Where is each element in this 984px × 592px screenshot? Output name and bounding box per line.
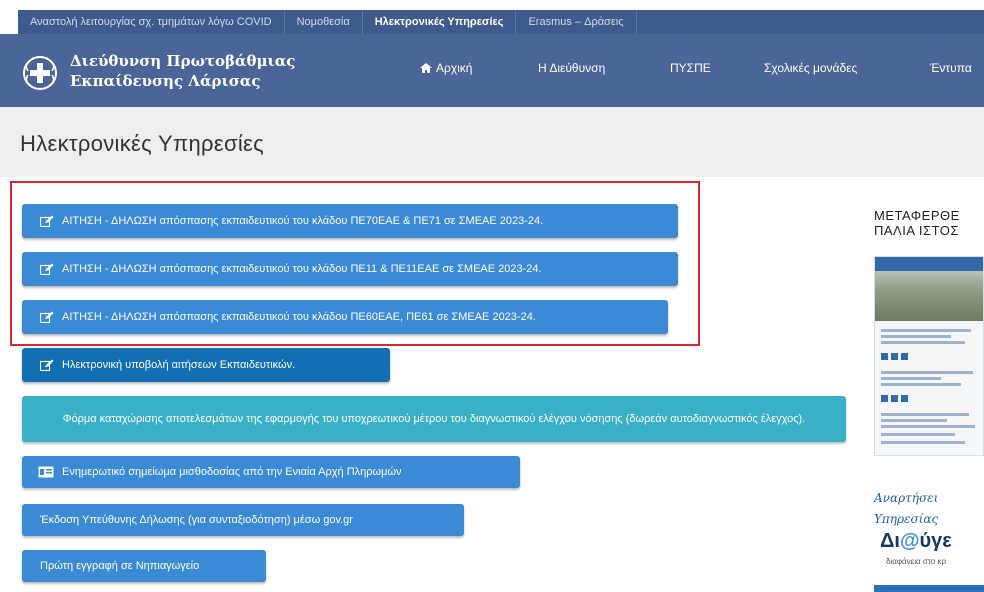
diavgeia-logo-part-b: ύγε [919,530,952,552]
thumbnail-icon [881,353,888,360]
nav-home[interactable]: Αρχική [420,58,472,78]
service-button-pe60[interactable]: ΑΙΤΗΣΗ - ΔΗΛΩΣΗ απόσπασης εκπαιδευτικού … [22,300,668,334]
thumbnail-icon [901,353,908,360]
id-card-icon [38,466,54,478]
page-title: Ηλεκτρονικές Υπηρεσίες [20,131,265,156]
thumbnail-line [881,441,965,444]
sidebar-moved-line1: ΜΕΤΑΦΕΡΘΕ [874,208,960,223]
service-label: Ηλεκτρονική υποβολή αιτήσεων Εκπαιδευτικ… [62,359,296,371]
thumbnail-line [881,433,955,436]
service-label: Ενημερωτικό σημείωμα μισθοδοσίας από την… [62,466,402,478]
service-button-pe70[interactable]: ΑΙΤΗΣΗ - ΔΗΛΩΣΗ απόσπασης εκπαιδευτικού … [22,204,678,238]
thumbnail-line [881,335,951,338]
top-link-bar: Αναστολή λειτουργίας σχ. τμημάτων λόγω C… [18,10,984,34]
thumbnail-line [881,371,973,374]
diavgeia-caption-line1: Αναρτήσει [874,491,939,505]
service-button-gov-gr-declaration[interactable]: Έκδοση Υπεύθυνης Δήλωσης (για συνταξιοδό… [22,504,464,536]
diavgeia-caption: Αναρτήσει Υπηρεσίας [874,488,938,530]
diavgeia-subtitle: διαφάνεια στο κρ [886,557,947,566]
nav-directorate[interactable]: Η Διεύθυνση [538,58,605,78]
service-label: ΑΙΤΗΣΗ - ΔΗΛΩΣΗ απόσπασης εκπαιδευτικού … [62,215,544,227]
thumbnail-photo [875,271,983,321]
main-nav: Αρχική Η Διεύθυνση ΠΥΣΠΕ Σχολικές μονάδε… [0,58,984,78]
sidebar-moved-notice: ΜΕΤΑΦΕΡΘΕ ΠΑΛΙΑ ΙΣΤΟΣ [874,208,960,238]
edit-icon [39,263,54,276]
diavgeia-logo-at: @ [899,530,920,552]
service-button-teacher-applications[interactable]: Ηλεκτρονική υποβολή αιτήσεων Εκπαιδευτικ… [22,348,390,382]
edit-icon [39,311,54,324]
thumbnail-line [881,377,941,380]
service-label: Έκδοση Υπεύθυνης Δήλωσης (για συνταξιοδό… [40,514,353,526]
service-button-kindergarten-enrollment[interactable]: Πρώτη εγγραφή σε Νηπιαγωγείο [22,550,266,582]
topbar-link-e-services[interactable]: Ηλεκτρονικές Υπηρεσίες [363,10,517,34]
thumbnail-line [881,425,975,428]
service-label: ΑΙΤΗΣΗ - ΔΗΛΩΣΗ απόσπασης εκπαιδευτικού … [62,263,542,275]
nav-school-units[interactable]: Σχολικές μονάδες [764,58,857,78]
service-label: Πρώτη εγγραφή σε Νηπιαγωγείο [40,560,200,572]
old-site-thumbnail[interactable] [874,256,984,456]
nav-home-label: Αρχική [436,61,473,75]
thumbnail-line [881,341,965,344]
edit-icon [39,359,54,372]
thumbnail-icon [901,395,908,402]
thumbnail-line [881,329,971,332]
edit-icon [39,215,54,228]
thumbnail-icon [891,353,898,360]
thumbnail-icon [891,395,898,402]
nav-forms[interactable]: Έντυπα [930,58,972,78]
service-button-pe11[interactable]: ΑΙΤΗΣΗ - ΔΗΛΩΣΗ απόσπασης εκπαιδευτικού … [22,252,678,286]
service-label: ΑΙΤΗΣΗ - ΔΗΛΩΣΗ απόσπασης εκπαιδευτικού … [62,311,536,323]
diavgeia-logo[interactable]: Δι@ύγε [880,530,952,553]
service-label: Φόρμα καταχώρισης αποτελεσμάτων της εφαρ… [62,412,806,425]
site-header: Διεύθυνση Πρωτοβάθμιας Εκπαίδευσης Λάρισ… [0,34,984,107]
diavgeia-band [874,585,984,592]
home-icon [420,59,432,73]
topbar-link-legislation[interactable]: Νομοθεσία [285,10,363,34]
diavgeia-logo-part-a: Δι [880,530,900,552]
thumbnail-line [881,419,947,422]
diavgeia-caption-line2: Υπηρεσίας [874,512,939,526]
page-heading-band: Ηλεκτρονικές Υπηρεσίες [0,107,984,177]
service-button-self-test-form[interactable]: Φόρμα καταχώρισης αποτελεσμάτων της εφαρ… [22,396,846,442]
thumbnail-icon [881,395,888,402]
thumbnail-line [881,413,969,416]
topbar-link-covid[interactable]: Αναστολή λειτουργίας σχ. τμημάτων λόγω C… [18,10,285,34]
service-button-payroll-note[interactable]: Ενημερωτικό σημείωμα μισθοδοσίας από την… [22,456,520,488]
topbar-link-erasmus[interactable]: Erasmus – Δράσεις [516,10,637,34]
sidebar-moved-line2: ΠΑΛΙΑ ΙΣΤΟΣ [874,223,959,238]
nav-pyspe[interactable]: ΠΥΣΠΕ [670,58,711,78]
thumbnail-header [875,257,983,271]
thumbnail-line [881,383,961,386]
